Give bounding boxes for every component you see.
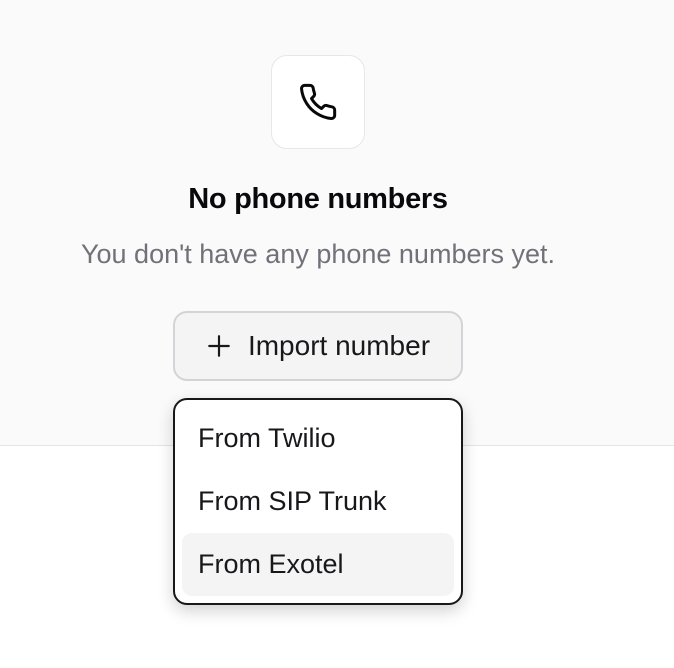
import-number-button[interactable]: Import number (173, 311, 463, 381)
empty-state-title: No phone numbers (188, 183, 448, 215)
menu-item-from-exotel[interactable]: From Exotel (182, 533, 454, 596)
empty-state-panel: No phone numbers You don't have any phon… (0, 0, 674, 446)
plus-icon (208, 335, 230, 357)
menu-item-from-twilio[interactable]: From Twilio (182, 407, 454, 470)
import-source-menu: From Twilio From SIP Trunk From Exotel (173, 398, 463, 605)
menu-item-from-sip-trunk[interactable]: From SIP Trunk (182, 470, 454, 533)
phone-icon-tile (271, 55, 365, 149)
page: No phone numbers You don't have any phon… (0, 0, 674, 668)
import-number-label: Import number (247, 330, 431, 361)
empty-state-subtitle: You don't have any phone numbers yet. (80, 239, 555, 269)
phone-icon (300, 83, 337, 121)
